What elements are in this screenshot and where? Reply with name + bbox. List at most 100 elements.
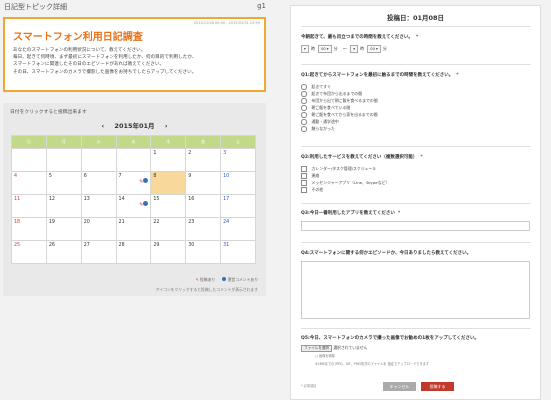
question-label: Q4:スマートフォンに関する何かエピソードか、今日ありましたら教えてください。 xyxy=(301,251,472,256)
file-status: 選択されていません xyxy=(333,345,368,350)
divider xyxy=(301,26,531,27)
calendar-day[interactable]: 17 xyxy=(220,194,256,218)
checkbox[interactable] xyxy=(301,187,307,193)
calendar-day[interactable]: 19 xyxy=(45,217,82,241)
radio-option[interactable]: 通勤・通学途中 xyxy=(301,118,378,125)
delete-image-label: 画像を削除 xyxy=(319,354,335,358)
calendar-day[interactable]: 6 xyxy=(80,171,117,195)
calendar-day[interactable]: 24 xyxy=(220,217,256,241)
prev-month-button[interactable]: ‹ xyxy=(97,122,108,130)
day-number: 2 xyxy=(188,151,192,156)
calendar-day[interactable]: 2 xyxy=(185,148,222,172)
calendar-week: 18 19 20 21 22 23 24 xyxy=(11,217,256,241)
calendar-day[interactable]: 3 xyxy=(220,148,256,172)
day-number: 25 xyxy=(14,243,21,248)
cancel-button[interactable]: キャンセル xyxy=(383,382,416,391)
divider xyxy=(301,328,531,329)
radio-option[interactable]: 起きてすぐ xyxy=(301,83,378,90)
weekday-header: 日 xyxy=(11,135,47,149)
day-number: 15 xyxy=(153,197,160,202)
option-label: 布団から出て朝ご飯を食べるまでの間 xyxy=(311,98,378,103)
submit-button[interactable]: 投稿する xyxy=(421,382,454,391)
calendar-day[interactable]: 21 xyxy=(115,217,152,241)
radio-button[interactable] xyxy=(301,91,307,97)
radio-option[interactable]: 布団から出て朝ご飯を食べるまでの間 xyxy=(301,97,378,104)
checkbox[interactable] xyxy=(301,180,307,186)
question-label: Q2:利用したサービスを教えてください（複数選択可能） xyxy=(301,155,418,160)
calendar-day[interactable]: 20 xyxy=(80,217,117,241)
episode-textarea[interactable] xyxy=(301,261,530,319)
calendar-day[interactable]: 14 ✎ xyxy=(115,194,152,218)
radio-button[interactable] xyxy=(301,98,307,104)
calendar-day xyxy=(80,148,117,172)
radio-option[interactable]: 起きて布団から出るまでの間 xyxy=(301,90,378,97)
choose-file-button[interactable]: ファイルを選択 xyxy=(301,345,333,352)
hour-select-end[interactable]: ▾ xyxy=(350,45,358,53)
checkbox-option[interactable]: カレンダー/タスク管理/スケジュール xyxy=(301,165,389,172)
option-label: 触らなかった xyxy=(311,126,335,131)
calendar-week: 4 5 6 7 ✎ 8 9 10 xyxy=(11,171,256,195)
calendar-day[interactable]: 30 xyxy=(185,240,222,264)
radio-button[interactable] xyxy=(301,112,307,118)
radio-button[interactable] xyxy=(301,119,307,125)
calendar-day[interactable]: 8 xyxy=(150,171,187,195)
comment-icon[interactable] xyxy=(143,201,149,206)
calendar-day[interactable]: 23 xyxy=(185,217,222,241)
required-mark: * xyxy=(456,73,459,78)
calendar-week: 25 26 27 28 29 30 31 xyxy=(11,240,256,264)
calendar-day[interactable]: 4 xyxy=(11,171,47,195)
time-select-row: ▾ 時 00 ▾ 分 〜 ▾ 時 00 ▾ 分 xyxy=(301,45,389,53)
day-number: 16 xyxy=(188,197,195,202)
calendar-day[interactable]: 26 xyxy=(45,240,82,264)
calendar-day[interactable]: 27 xyxy=(80,240,117,264)
calendar-day[interactable]: 1 xyxy=(150,148,187,172)
question-label: 今朝起きて、最も目立つまでの時間を教えてください。 xyxy=(301,35,413,40)
calendar-day[interactable]: 10 xyxy=(220,171,256,195)
next-month-button[interactable]: › xyxy=(161,122,172,130)
day-number: 12 xyxy=(48,197,55,202)
checkbox-option[interactable]: 連絡 xyxy=(301,172,389,179)
checkbox[interactable] xyxy=(301,173,307,179)
file-note: ※2MBまでの JPEG、GIF、PNG形式のファイルを 指定でアップロードでき… xyxy=(315,362,429,366)
calendar-day[interactable]: 18 xyxy=(11,217,47,241)
calendar-day[interactable]: 22 xyxy=(150,217,187,241)
checkbox-option[interactable]: メッセンジャーアプリ（Line、Skypeなど） xyxy=(301,179,389,186)
top-app-input[interactable] xyxy=(301,221,530,231)
post-markers[interactable]: ✎ xyxy=(139,201,149,208)
hour-select[interactable]: ▾ xyxy=(301,45,309,53)
checkbox-option[interactable]: その他 xyxy=(301,186,389,193)
question-label: Q5:今日、スマートフォンのカメラで撮った画像でお勧めの1枚をアップしてください… xyxy=(301,336,479,341)
post-form-panel: 投稿日：01月08日 今朝起きて、最も目立つまでの時間を教えてください。 * ▾ 時… xyxy=(290,5,541,400)
comment-icon[interactable] xyxy=(143,178,149,183)
radio-option[interactable]: 朝ご飯を食べている間 xyxy=(301,104,378,111)
calendar-day[interactable]: 5 xyxy=(45,171,82,195)
minute-select[interactable]: 00 ▾ xyxy=(318,45,332,53)
radio-button[interactable] xyxy=(301,105,307,111)
calendar-day[interactable]: 25 xyxy=(11,240,47,264)
radio-button[interactable] xyxy=(301,84,307,90)
calendar-day[interactable]: 15 xyxy=(150,194,187,218)
delete-image-checkbox[interactable]: □ 画像を削除 xyxy=(315,353,335,358)
radio-option[interactable]: 触らなかった xyxy=(301,125,378,132)
calendar-day[interactable]: 9 xyxy=(185,171,222,195)
radio-button[interactable] xyxy=(301,126,307,132)
calendar-day[interactable]: 28 xyxy=(115,240,152,264)
calendar-day[interactable]: 7 ✎ xyxy=(115,171,152,195)
weekday-header: 水 xyxy=(115,135,152,149)
calendar-day[interactable]: 11 xyxy=(11,194,47,218)
calendar-week: 11 12 13 14 ✎ 15 16 17 xyxy=(11,194,256,218)
radio-option[interactable]: 朝ご飯を食べてから家を出るまでの間 xyxy=(301,111,378,118)
post-markers[interactable]: ✎ xyxy=(139,178,149,185)
calendar-day[interactable]: 12 xyxy=(45,194,82,218)
calendar-day[interactable]: 31 xyxy=(220,240,256,264)
question-label: Q1:起きてからスマートフォンを最初に触るまでの時間を教えてください。 xyxy=(301,73,454,78)
calendar-day[interactable]: 29 xyxy=(150,240,187,264)
page-title: 日記型トピック詳細 xyxy=(4,3,67,11)
calendar-day[interactable]: 13 xyxy=(80,194,117,218)
calendar-day xyxy=(115,148,152,172)
checkbox[interactable] xyxy=(301,166,307,172)
calendar-day[interactable]: 16 xyxy=(185,194,222,218)
minute-select-end[interactable]: 00 ▾ xyxy=(367,45,381,53)
weekday-header: 金 xyxy=(185,135,222,149)
unit-label: 時 xyxy=(360,46,364,51)
